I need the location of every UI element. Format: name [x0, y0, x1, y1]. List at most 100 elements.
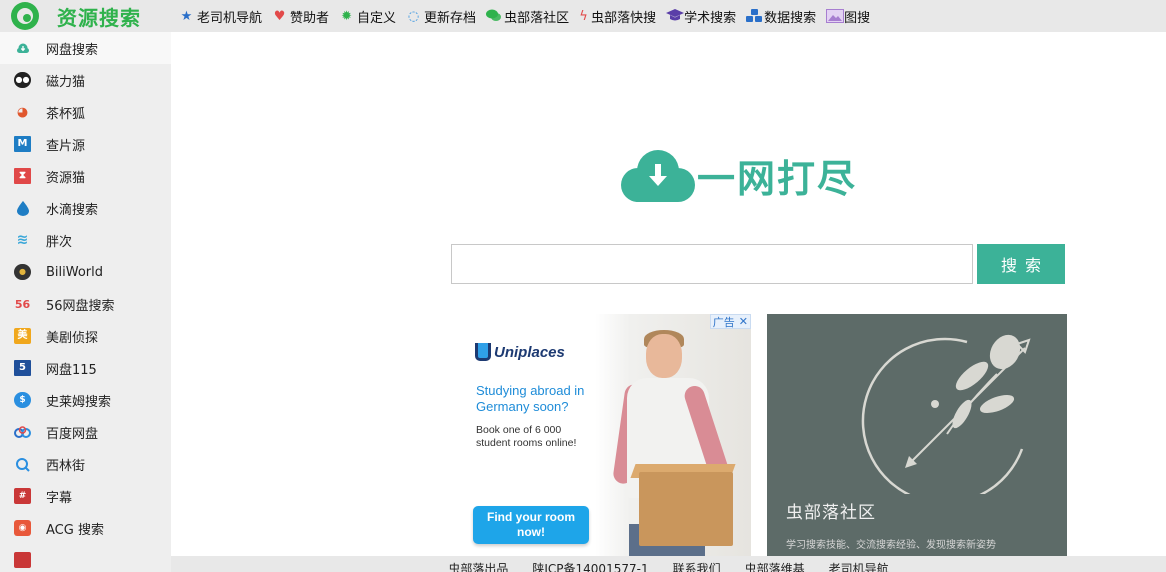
gear-icon: ✹ [341, 8, 352, 24]
five-logo-icon: 5 [14, 360, 31, 376]
sidebar-item-ziyuanmao[interactable]: ⧗ 资源猫 [0, 160, 171, 192]
uniplaces-logo: Uniplaces [475, 343, 565, 361]
sidebar-item-label: 水滴搜索 [46, 202, 99, 218]
circle-dot-icon: ● [14, 264, 31, 280]
logo-icon [11, 2, 39, 30]
nav-item-image-search[interactable]: 图搜 [826, 7, 870, 26]
nav-item-label: 虫部落社区 [504, 10, 570, 26]
heart-pulse-icon: ♥ [273, 8, 286, 24]
nav-item-label: 赞助者 [290, 10, 330, 26]
sidebar-item-shuidi[interactable]: 水滴搜索 [0, 192, 171, 224]
sidebar-item-acg-search[interactable]: ◉ ACG 搜索 [0, 512, 171, 544]
nav-item-label: 虫部落快搜 [591, 10, 657, 26]
search-input[interactable] [451, 244, 973, 284]
sidebar-item-label: 百度网盘 [46, 426, 99, 442]
site-logo[interactable]: 资源搜索 [0, 2, 172, 31]
chat-icon [486, 9, 502, 24]
sidebar-item-label: 美剧侦探 [46, 330, 99, 346]
footer: 虫部落出品 陕ICP备14001577-1 联系我们 虫部落维基 老司机导航 [171, 556, 1166, 572]
footer-link-producer[interactable]: 虫部落出品 [448, 556, 508, 572]
ad-cta-button[interactable]: Find your room now! [473, 506, 589, 544]
sidebar-item-label: 茶杯狐 [46, 106, 86, 122]
sidebar-item-label: 资源猫 [46, 170, 86, 186]
search-button[interactable]: 搜索 [977, 244, 1065, 284]
partial-item-icon [14, 552, 31, 568]
sidebar-item-meiju[interactable]: 美 美剧侦探 [0, 320, 171, 352]
nav-item-label: 老司机导航 [197, 10, 263, 26]
sidebar-item-netdisk-search[interactable]: 网盘搜索 [0, 32, 171, 64]
sidebar-item-label: 字幕 [46, 490, 73, 506]
ad-person-illustration [611, 324, 751, 556]
sidebar-item-label: 56网盘搜索 [46, 298, 115, 314]
ad-brand: Uniplaces [494, 343, 565, 361]
ad-uniplaces[interactable]: 广告 ✕ Uniplaces Studying abroad in German… [451, 314, 751, 556]
bookmark-icon: ⧗ [14, 168, 31, 184]
top-nav-links: ★ 老司机导航 ♥ 赞助者 ✹ 自定义 ◌ 更新存档 虫部落社区 ϟ 虫部落快搜 [179, 7, 880, 26]
nav-item-label: 图搜 [844, 10, 871, 26]
footer-link-driver-nav[interactable]: 老司机导航 [829, 556, 889, 572]
nav-item-label: 数据搜索 [764, 10, 817, 26]
slogan: 一网打尽 [697, 156, 858, 201]
footer-link-wiki[interactable]: 虫部落维基 [745, 556, 805, 572]
nav-item-community[interactable]: 虫部落社区 [486, 7, 569, 26]
sidebar-item-label: ACG 搜索 [46, 522, 104, 538]
site-name: 资源搜索 [57, 5, 141, 30]
sidebar-item-chabeihu[interactable]: ◕ 茶杯狐 [0, 96, 171, 128]
cloud-download-icon [14, 40, 31, 56]
nav-item-quick-search[interactable]: ϟ 虫部落快搜 [579, 7, 656, 26]
sidebar-item-label: BiliWorld [46, 264, 104, 280]
uniplaces-mark-icon [475, 343, 491, 361]
ad-community[interactable]: 虫部落社区 学习搜索技能、交流搜索经验、发现搜索新姿势 [767, 314, 1067, 556]
nav-item-academic-search[interactable]: 学术搜索 [666, 7, 736, 26]
sidebar-item-label: 磁力猫 [46, 74, 86, 90]
sidebar-item-pangci[interactable]: ≋ 胖次 [0, 224, 171, 256]
ad-headline: Studying abroad in Germany soon? [476, 383, 585, 414]
main-logo: 一网打尽 [621, 145, 911, 205]
sidebar-item-slime[interactable]: $ 史莱姆搜索 [0, 384, 171, 416]
sidebar-item-label: 网盘115 [46, 362, 97, 378]
footer-link-icp[interactable]: 陕ICP备14001577-1 [532, 556, 648, 572]
sidebar-item-label: 查片源 [46, 138, 86, 154]
search-ring-icon [14, 456, 31, 472]
sidebar-item-chapianyuan[interactable]: M 查片源 [0, 128, 171, 160]
footer-link-contact[interactable]: 联系我们 [673, 556, 721, 572]
nav-item-customize[interactable]: ✹ 自定义 [339, 7, 396, 26]
wave-icon: ≋ [16, 232, 29, 248]
sidebar-item-label: 史莱姆搜索 [46, 394, 112, 410]
sidebar-item-label: 网盘搜索 [46, 42, 99, 58]
sidebar-item-partial[interactable] [0, 544, 171, 572]
sidebar-item-biliworld[interactable]: ● BiliWorld [0, 256, 171, 288]
nav-item-sponsors[interactable]: ♥ 赞助者 [272, 7, 329, 26]
ad-community-title: 虫部落社区 [786, 503, 876, 523]
nav-item-label: 学术搜索 [684, 10, 737, 26]
dollar-drop-icon: $ [14, 392, 31, 408]
cat-icon: ●● [14, 72, 31, 88]
water-drop-icon [14, 200, 31, 216]
sidebar: 网盘搜索 ●● 磁力猫 ◕ 茶杯狐 M 查片源 ⧗ 资源猫 水滴搜索 ≋ 胖次 … [0, 32, 171, 572]
sidebar-item-xilinjie[interactable]: 西林街 [0, 448, 171, 480]
baidu-cloud-icon [14, 424, 31, 440]
nav-item-label: 自定义 [357, 10, 397, 26]
nav-item-data-search[interactable]: 数据搜索 [746, 7, 816, 26]
flower-arrow-emblem [861, 334, 1031, 494]
nav-item-label: 更新存档 [424, 10, 477, 26]
sidebar-item-baidu-netdisk[interactable]: 百度网盘 [0, 416, 171, 448]
acg-face-icon: ◉ [14, 520, 31, 536]
sidebar-item-subtitles[interactable]: # 字幕 [0, 480, 171, 512]
image-icon [826, 8, 845, 24]
mei-logo-icon: 美 [14, 328, 31, 344]
nav-item-update-archive[interactable]: ◌ 更新存档 [406, 7, 476, 26]
sidebar-item-label: 西林街 [46, 458, 86, 474]
sidebar-item-56-netdisk[interactable]: 56 56网盘搜索 [0, 288, 171, 320]
nav-item-driver-nav[interactable]: ★ 老司机导航 [179, 7, 262, 26]
sidebar-item-cilimao[interactable]: ●● 磁力猫 [0, 64, 171, 96]
cloud-download-icon [621, 146, 695, 204]
cubes-icon [746, 8, 763, 24]
top-navigation-bar: 资源搜索 ★ 老司机导航 ♥ 赞助者 ✹ 自定义 ◌ 更新存档 虫部落社区 ϟ … [0, 0, 1166, 32]
fox-icon: ◕ [16, 104, 29, 120]
lightning-icon: ϟ [579, 8, 588, 24]
refresh-icon: ◌ [407, 8, 420, 24]
star-icon: ★ [180, 8, 193, 24]
sidebar-item-115[interactable]: 5 网盘115 [0, 352, 171, 384]
m-logo-icon: M [14, 136, 31, 152]
